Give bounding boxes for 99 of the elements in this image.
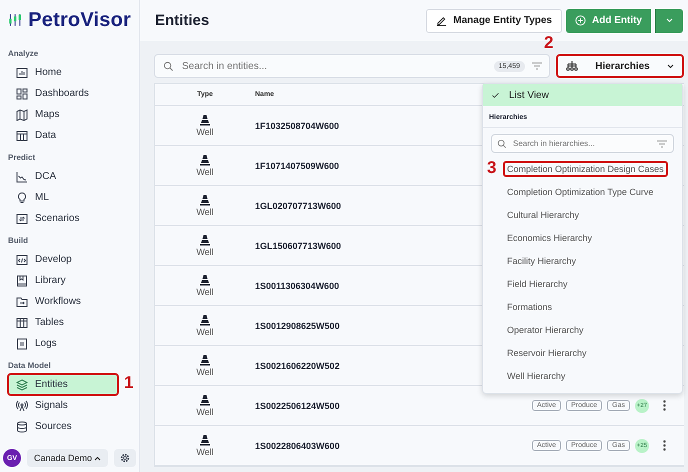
sidebar-item[interactable]: Entities — [7, 373, 119, 396]
brand-name: PetroVisor — [28, 8, 131, 32]
sidebar-item[interactable]: ML — [7, 186, 119, 209]
type-label: Well — [196, 287, 214, 297]
menu-item[interactable]: Facility Hierarchy — [503, 252, 580, 268]
entity-name: 1F1032508704W600 — [255, 120, 340, 130]
more-options-icon[interactable] — [663, 440, 666, 451]
entity-name: 1S0021606220W502 — [255, 360, 340, 370]
antenna-icon — [16, 400, 28, 412]
sidebar-item[interactable]: DCA — [7, 165, 119, 188]
sidebar-item[interactable]: Data — [7, 124, 119, 147]
caret-down-icon — [666, 18, 673, 23]
entity-name: 1S0022806403W600 — [255, 440, 340, 450]
columns-icon — [16, 316, 28, 328]
sidebar-item[interactable]: Home — [7, 61, 119, 84]
menu-item[interactable]: Operator Hierarchy — [503, 322, 588, 338]
entity-name: 1S0022506124W500 — [255, 400, 340, 410]
menu-item[interactable]: Reservoir Hierarchy — [503, 344, 591, 360]
sidebar-item[interactable]: Scenarios — [7, 207, 119, 230]
settings-icon — [120, 453, 130, 463]
section-label: Build — [7, 235, 29, 247]
type-label: Well — [196, 247, 214, 257]
settings-button[interactable] — [114, 449, 136, 467]
menu-option[interactable]: List View — [483, 84, 682, 106]
filter-icon — [531, 61, 543, 71]
sidebar-item[interactable]: Maps — [7, 103, 119, 126]
sidebar-item[interactable]: Workflows — [7, 290, 119, 313]
more-options-icon[interactable] — [663, 400, 666, 411]
dropdown-button[interactable] — [655, 8, 683, 32]
well-icon — [199, 274, 211, 286]
filter-icon — [656, 138, 668, 148]
type-label: Well — [196, 207, 214, 217]
well-icon — [199, 314, 211, 326]
well-icon — [199, 114, 211, 126]
chart-icon — [16, 66, 28, 78]
entity-name: 1F1071407509W600 — [255, 160, 340, 170]
sidebar-item[interactable]: Tables — [7, 311, 119, 334]
table-icon — [16, 130, 28, 142]
section-label: Data Model — [7, 360, 52, 372]
page-title: Entities — [155, 12, 210, 29]
hierarchies-button[interactable]: Hierarchies — [556, 54, 684, 78]
sidebar-item[interactable]: Sources — [7, 415, 119, 438]
log-icon — [16, 338, 28, 350]
dashboard-icon — [16, 88, 28, 100]
menu-item[interactable]: Economics Hierarchy — [503, 230, 596, 246]
swap-icon — [16, 212, 28, 224]
lightbulb-icon — [16, 192, 28, 204]
well-icon — [199, 434, 211, 446]
menu-item[interactable]: Well Hierarchy — [503, 368, 570, 384]
menu-item[interactable]: Completion Optimization Type Curve — [503, 184, 658, 200]
manage-types-button[interactable]: Manage Entity Types — [426, 8, 562, 32]
well-icon — [199, 354, 211, 366]
menu-item[interactable]: Field Hierarchy — [503, 276, 572, 292]
caret-down-icon — [667, 64, 674, 68]
code-icon — [16, 254, 28, 266]
folder-icon — [16, 296, 28, 308]
caret-up-icon — [94, 456, 101, 460]
annotation-number: 1 — [124, 373, 134, 393]
search-icon — [163, 60, 174, 72]
entity-name: 1S0012908625W500 — [255, 320, 340, 330]
pencil-icon — [436, 15, 448, 26]
well-icon — [199, 394, 211, 406]
well-icon — [199, 194, 211, 206]
sidebar-item[interactable]: Logs — [7, 332, 119, 355]
plus-circle-icon — [575, 15, 586, 26]
menu-item[interactable]: Cultural Hierarchy — [503, 206, 584, 222]
hierarchy-icon — [566, 60, 578, 72]
type-label: Well — [196, 447, 214, 457]
type-label: Well — [196, 327, 214, 337]
sidebar-item[interactable]: Library — [7, 269, 119, 292]
type-label: Well — [196, 367, 214, 377]
menu-item[interactable]: Completion Optimization Design Cases — [503, 160, 668, 176]
type-label: Well — [196, 407, 214, 417]
book-icon — [16, 274, 28, 286]
decline-chart-icon — [16, 170, 28, 182]
search-icon — [497, 138, 507, 148]
layers-icon — [16, 378, 28, 390]
database-icon — [16, 420, 28, 432]
type-label: Well — [196, 127, 214, 137]
annotation-number: 2 — [544, 33, 554, 53]
annotation-number: 3 — [487, 158, 496, 178]
sidebar-item[interactable]: Develop — [7, 248, 119, 271]
entity-name: 1GL020707713W600 — [255, 200, 342, 210]
sidebar-item[interactable]: Dashboards — [7, 82, 119, 105]
check-icon — [491, 90, 500, 100]
section-label: Analyze — [7, 48, 40, 60]
search-input[interactable]: Search in hierarchies... — [511, 138, 652, 149]
search-input[interactable]: Search in entities... — [180, 60, 488, 72]
workspace-selector[interactable]: Canada Demo — [27, 449, 108, 467]
search-bar[interactable]: Search in hierarchies... — [491, 134, 674, 153]
section-label: Predict — [7, 152, 36, 164]
well-icon — [199, 154, 211, 166]
menu-item[interactable]: Formations — [503, 298, 556, 314]
type-label: Well — [196, 167, 214, 177]
map-icon — [16, 108, 28, 120]
entity-name: 1S0011306304W600 — [255, 280, 340, 290]
entity-name: 1GL150607713W600 — [255, 240, 342, 250]
well-icon — [199, 234, 211, 246]
sidebar-item[interactable]: Signals — [7, 394, 119, 417]
